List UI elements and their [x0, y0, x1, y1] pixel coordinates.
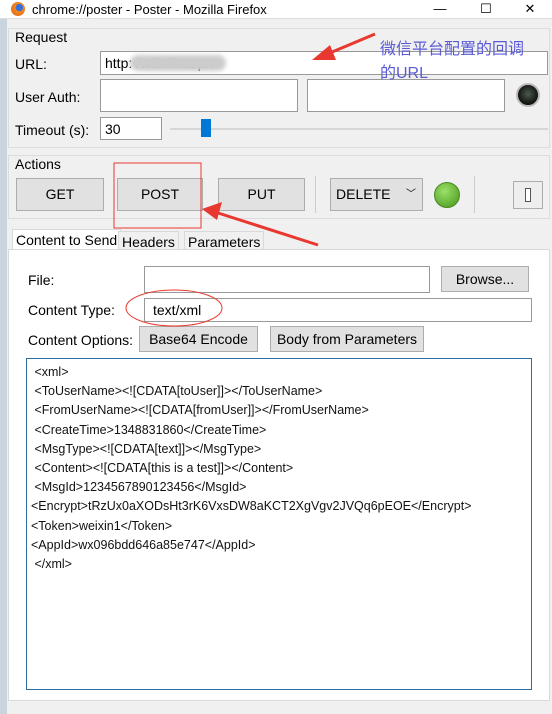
url-arrow [312, 32, 376, 60]
callout-line-2: 的URL [380, 65, 429, 82]
post-highlight-box [113, 162, 202, 229]
content-type-highlight [125, 289, 223, 327]
post-arrow [202, 202, 319, 247]
annotation-overlay [113, 32, 376, 327]
url-callout: 微信平台配置的回调 的URL [380, 38, 524, 86]
callout-line-1: 微信平台配置的回调 [380, 41, 525, 58]
